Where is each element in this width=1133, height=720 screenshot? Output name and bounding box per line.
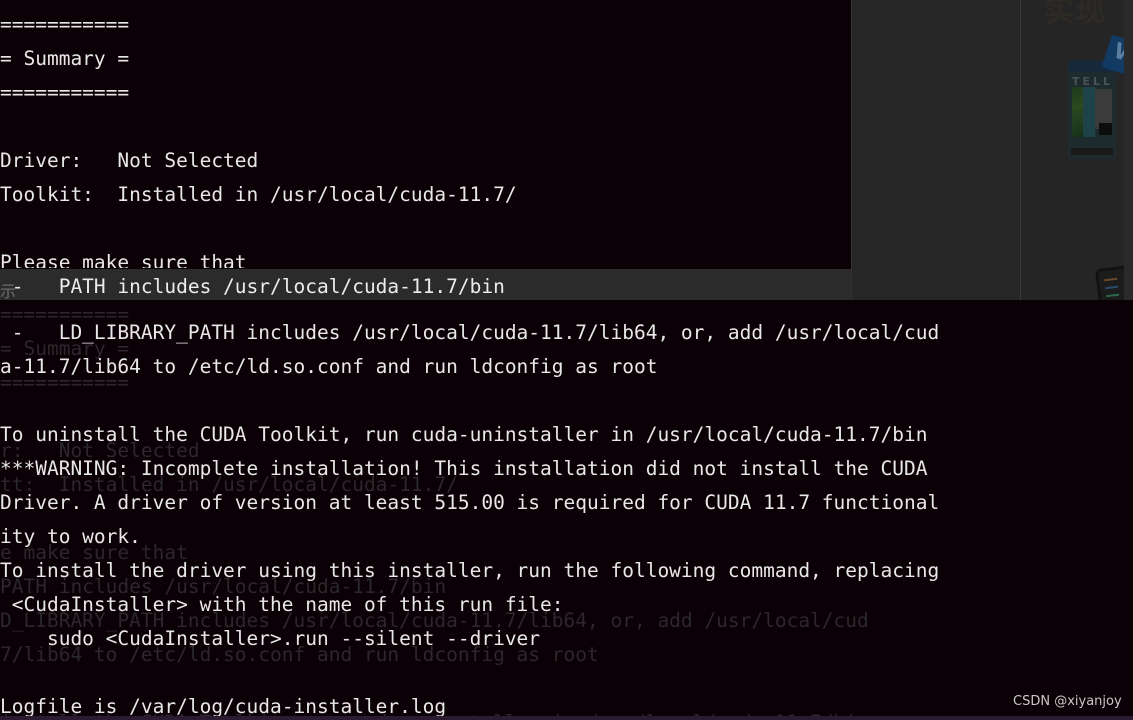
- foreground-terminal-main[interactable]: =========== = Summary = =========== r: N…: [0, 300, 1133, 720]
- foreground-terminal-top-output: =========== = Summary = =========== Driv…: [0, 13, 517, 268]
- ad-headline: 实现: [1044, 0, 1106, 29]
- bottom-edge-strip: [0, 716, 1133, 720]
- foreground-terminal-output: - LD_LIBRARY_PATH includes /usr/local/cu…: [0, 321, 940, 718]
- phone-teal-panel: [1083, 87, 1095, 137]
- foreground-terminal-top[interactable]: =========== = Summary = =========== Driv…: [0, 0, 851, 268]
- ad-phone-mockup: TELL: [1067, 59, 1117, 160]
- phone-green-panel: [1072, 87, 1083, 137]
- screen-root: 实现 TELL 立即购 目录 ubuntu22.: [0, 0, 1133, 720]
- terminal-strip-line: - PATH includes /usr/local/cuda-11.7/bin: [0, 275, 505, 298]
- phone-keyboard: [1071, 148, 1113, 155]
- phone-dark-block: [1099, 123, 1112, 135]
- csdn-watermark-bottom: CSDN @xiyanjoy: [1013, 694, 1122, 709]
